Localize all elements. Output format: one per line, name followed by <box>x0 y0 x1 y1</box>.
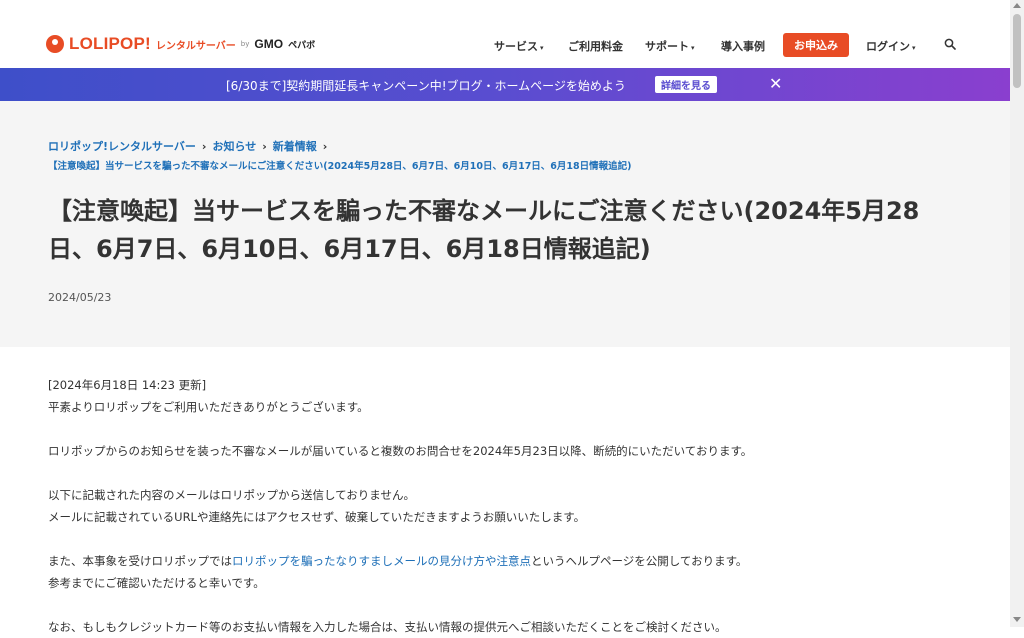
nav-pricing-label: ご利用料金 <box>568 40 623 53</box>
breadcrumb-item-news[interactable]: お知らせ <box>212 140 256 153</box>
paragraph: なお、もしもクレジットカード等のお支払い情報を入力した場合は、支払い情報の提供元… <box>48 620 727 634</box>
chevron-right-icon: › <box>262 140 267 153</box>
update-note: [2024年6月18日 14:23 更新] <box>48 378 207 392</box>
breadcrumb-current[interactable]: 【注意喚起】当サービスを騙った不審なメールにご注意ください(2024年5月28日… <box>48 158 631 172</box>
paragraph: メールに記載されているURLや連絡先にはアクセスせず、破棄していただきますようお… <box>48 510 586 524</box>
nav-case-studies-label: 導入事例 <box>721 40 765 53</box>
logo-by: by <box>240 40 250 48</box>
campaign-details-button[interactable]: 詳細を見る <box>655 76 717 93</box>
apply-button[interactable]: お申込み <box>783 33 849 57</box>
lolipop-logo[interactable]: LOLIPOP! レンタルサーバー by GMO ペパボ <box>46 34 315 54</box>
lolipop-logo-icon <box>46 35 64 53</box>
logo-text: LOLIPOP! <box>69 34 151 53</box>
breadcrumb-item-home[interactable]: ロリポップ!レンタルサーバー <box>48 140 196 153</box>
nav-login[interactable]: ログイン ▾ <box>866 38 916 54</box>
paragraph: 平素よりロリポップをご利用いただきありがとうございます。 <box>48 400 369 414</box>
close-icon[interactable]: ✕ <box>769 74 782 93</box>
nav-case-studies[interactable]: 導入事例 <box>721 38 765 54</box>
pepabo-logo-text: ペパボ <box>288 40 316 51</box>
site-header: LOLIPOP! レンタルサーバー by GMO ペパボ サービス ▾ ご利用料金… <box>0 0 1010 68</box>
search-icon[interactable] <box>944 38 956 50</box>
campaign-banner-text[interactable]: [6/30まで]契約期間延長キャンペーン中!ブログ・ホームページを始めよう <box>226 77 626 94</box>
logo-subtitle: レンタルサーバー <box>155 40 236 52</box>
paragraph: 以下に記載された内容のメールはロリポップから送信しておりません。 <box>48 488 415 502</box>
paragraph: また、本事象を受けロリポップではロリポップを騙ったなりすましメールの見分け方や注… <box>48 550 948 572</box>
paragraph-text: というヘルプページを公開しております。 <box>531 554 748 568</box>
breadcrumb: ロリポップ!レンタルサーバー › お知らせ › 新着情報 › <box>48 138 333 154</box>
article-body: [2024年6月18日 14:23 更新] 平素よりロリポップをご利用いただきあ… <box>48 374 948 638</box>
chevron-down-icon: ▾ <box>691 44 695 52</box>
publish-date: 2024/05/23 <box>48 291 112 304</box>
chevron-right-icon: › <box>201 140 207 153</box>
scroll-down-arrow-icon[interactable] <box>1013 617 1021 622</box>
page-title: 【注意喚起】当サービスを騙った不審なメールにご注意ください(2024年5月28日… <box>48 197 920 263</box>
paragraph-text: また、本事象を受けロリポップでは <box>48 554 232 568</box>
nav-pricing[interactable]: ご利用料金 <box>568 38 623 54</box>
nav-support[interactable]: サポート ▾ <box>645 38 695 54</box>
chevron-down-icon: ▾ <box>540 44 544 52</box>
gmo-logo-text: GMO <box>254 37 284 51</box>
nav-support-label: サポート <box>645 40 689 53</box>
paragraph: 参考までにご確認いただけると幸いです。 <box>48 576 265 590</box>
spoofing-help-link[interactable]: ロリポップを騙ったなりすましメールの見分け方や注意点 <box>232 554 531 568</box>
apply-button-label: お申込み <box>794 39 838 52</box>
nav-services[interactable]: サービス ▾ <box>494 38 544 54</box>
vertical-scrollbar[interactable] <box>1010 0 1024 627</box>
nav-login-label: ログイン <box>866 40 910 53</box>
paragraph: ロリポップからのお知らせを装った不審なメールが届いていると複数のお問合せを202… <box>48 444 753 458</box>
scrollbar-thumb[interactable] <box>1013 14 1021 88</box>
chevron-right-icon: › <box>322 140 328 153</box>
article-header: ロリポップ!レンタルサーバー › お知らせ › 新着情報 › 【注意喚起】当サービスを騙っ… <box>0 101 1010 347</box>
breadcrumb-item-latest[interactable]: 新着情報 <box>273 140 317 153</box>
campaign-banner: [6/30まで]契約期間延長キャンペーン中!ブログ・ホームページを始めよう 詳細… <box>0 68 1010 101</box>
nav-services-label: サービス <box>494 40 538 53</box>
scroll-up-arrow-icon[interactable] <box>1013 3 1021 8</box>
chevron-down-icon: ▾ <box>912 44 916 52</box>
